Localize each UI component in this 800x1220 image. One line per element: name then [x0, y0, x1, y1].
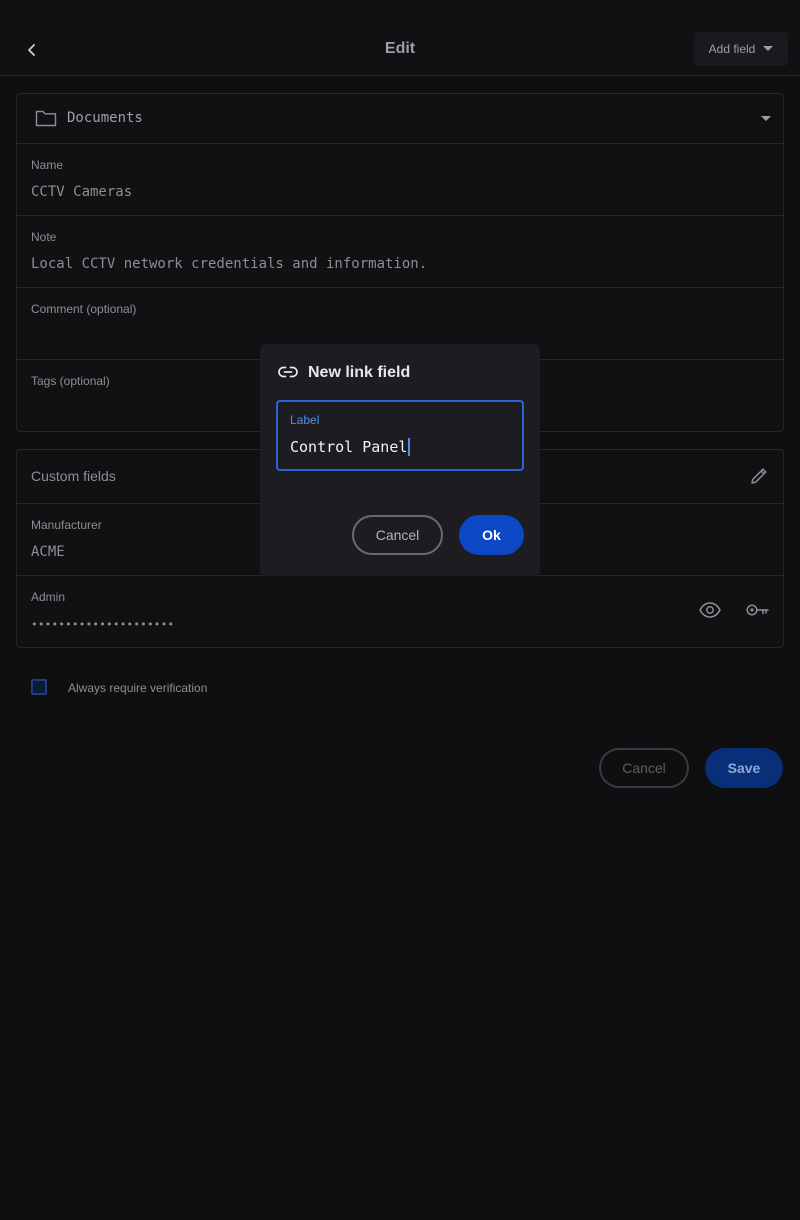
label-input-value-wrap: Control Panel: [290, 438, 411, 456]
folder-name: Documents: [67, 110, 143, 126]
key-icon[interactable]: [746, 603, 770, 617]
eye-icon[interactable]: [699, 602, 721, 618]
label-input-value: Control Panel: [290, 438, 408, 456]
name-field[interactable]: Name CCTV Cameras: [17, 144, 783, 216]
manufacturer-value: ACME: [31, 544, 65, 560]
link-icon: [278, 366, 298, 378]
dropdown-arrow-icon: [761, 116, 771, 121]
admin-value: •••••••••••••••••••••: [31, 618, 175, 631]
page-title: Edit: [384, 40, 416, 57]
comment-label: Comment (optional): [31, 302, 137, 316]
dialog-ok-button[interactable]: Ok: [459, 515, 524, 555]
add-field-label: Add field: [708, 42, 756, 56]
manufacturer-label: Manufacturer: [31, 518, 102, 532]
name-label: Name: [31, 158, 64, 172]
top-app-bar: Edit Add field: [0, 0, 800, 76]
save-button[interactable]: Save: [705, 748, 783, 788]
new-link-field-dialog: New link field Label Control Panel Cance…: [260, 344, 540, 576]
text-caret: [408, 438, 411, 456]
folder-icon: [35, 110, 57, 127]
label-input[interactable]: Label Control Panel: [276, 400, 524, 471]
verification-label: Always require verification: [68, 681, 208, 695]
pencil-icon[interactable]: [749, 466, 769, 486]
cancel-button[interactable]: Cancel: [599, 748, 689, 788]
verification-checkbox[interactable]: [31, 679, 47, 695]
tags-label: Tags (optional): [31, 374, 110, 388]
admin-label: Admin: [31, 590, 66, 604]
note-label: Note: [31, 230, 57, 244]
custom-fields-title: Custom fields: [31, 468, 116, 484]
dialog-title: New link field: [308, 364, 411, 381]
folder-selector[interactable]: Documents: [17, 94, 783, 144]
name-value: CCTV Cameras: [31, 184, 133, 200]
note-field[interactable]: Note Local CCTV network credentials and …: [17, 216, 783, 288]
note-value: Local CCTV network credentials and infor…: [31, 256, 428, 272]
label-input-label: Label: [290, 413, 320, 427]
dialog-cancel-button[interactable]: Cancel: [352, 515, 443, 555]
custom-field-admin[interactable]: Admin •••••••••••••••••••••: [17, 576, 783, 647]
caret-down-icon: [763, 46, 774, 51]
add-field-button[interactable]: Add field: [694, 32, 788, 66]
